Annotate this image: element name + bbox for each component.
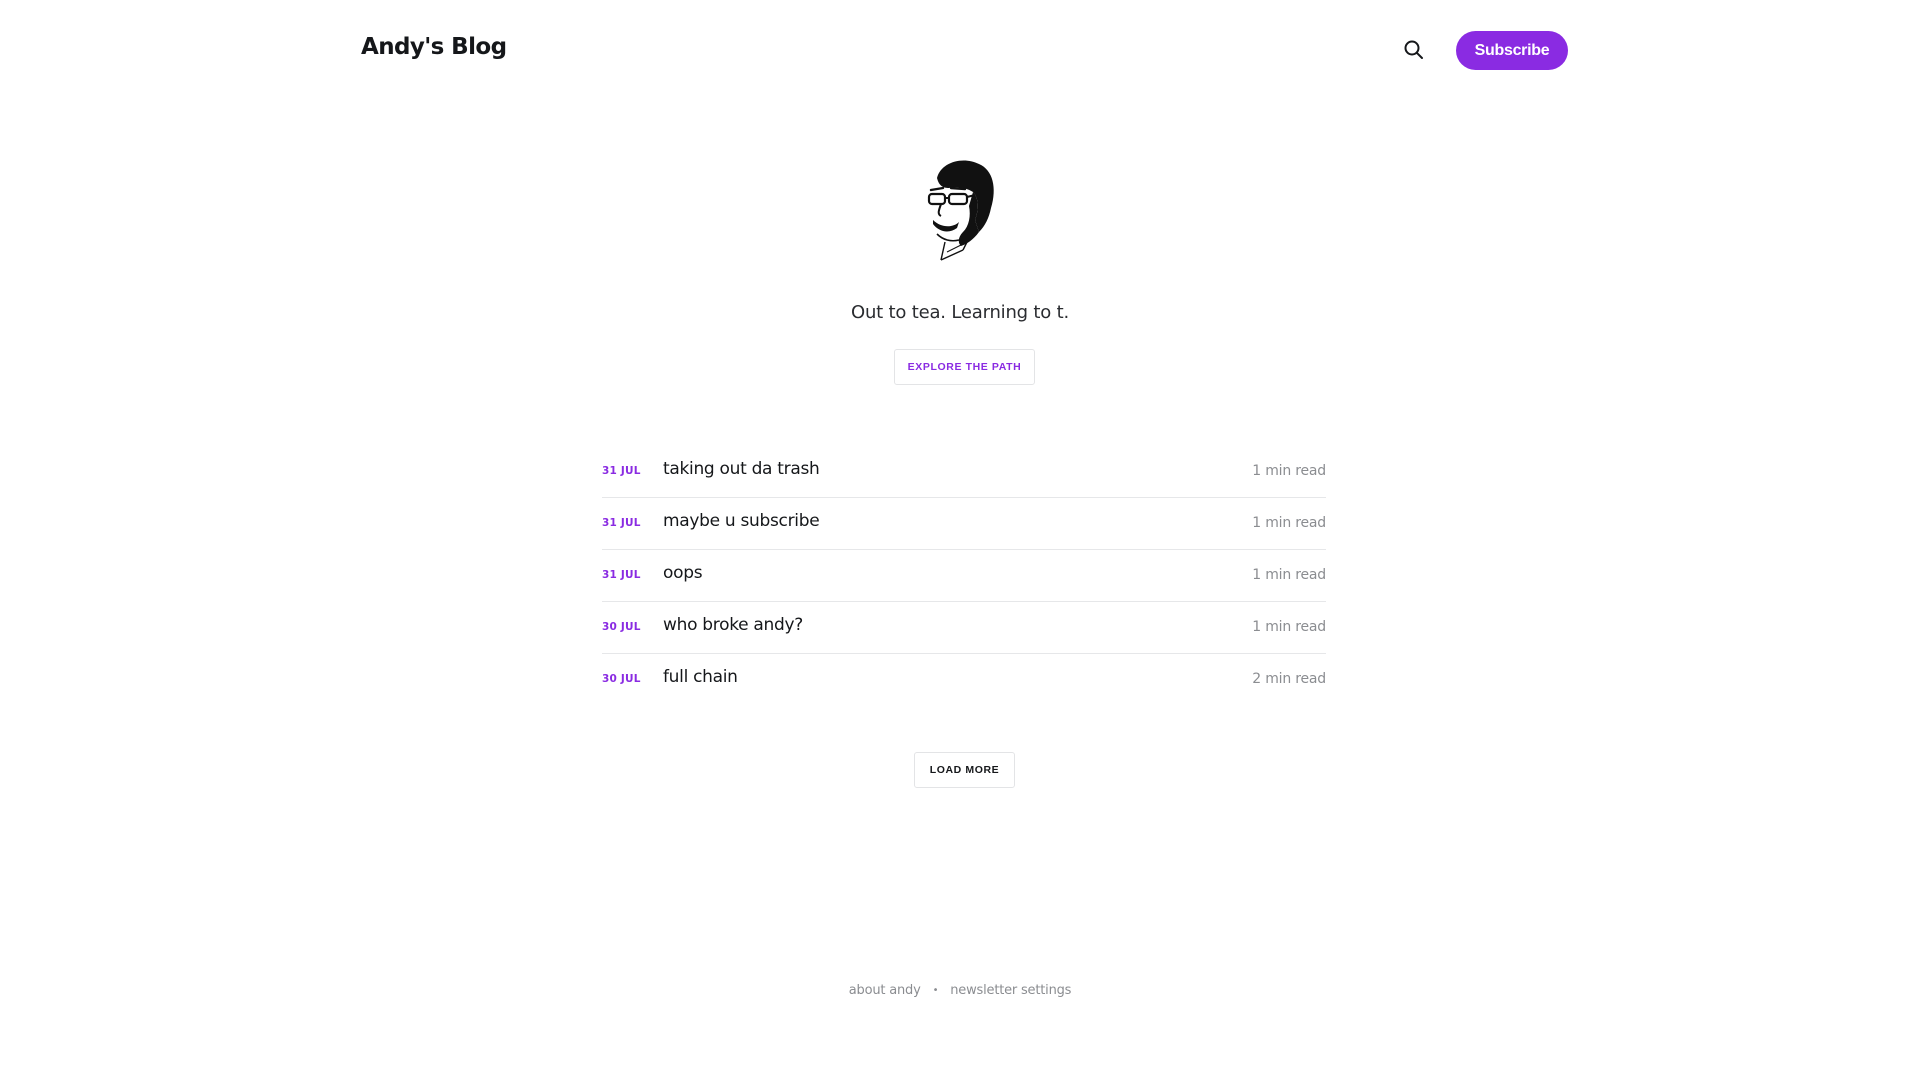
footer-link-newsletter-settings[interactable]: newsletter settings [950,983,1071,998]
post-date: 31 JUL [602,465,641,477]
search-icon [1404,40,1423,59]
post-row[interactable]: 31 JUL taking out da trash 1 min read [602,446,1326,498]
search-button[interactable] [1400,36,1428,64]
site-header: Andy's Blog Subscribe [0,0,1920,100]
post-row[interactable]: 31 JUL maybe u subscribe 1 min read [602,498,1326,550]
post-row[interactable]: 30 JUL full chain 2 min read [602,654,1326,706]
post-list: 31 JUL taking out da trash 1 min read 31 JU… [602,446,1326,706]
post-read-time: 1 min read [1252,463,1326,479]
post-row[interactable]: 31 JUL oops 1 min read [602,550,1326,602]
post-read-time: 2 min read [1252,671,1326,687]
post-date: 30 JUL [602,621,641,633]
post-read-time: 1 min read [1252,619,1326,635]
post-date: 31 JUL [602,569,641,581]
post-title[interactable]: taking out da trash [663,459,820,479]
site-footer: about andy • newsletter settings [0,983,1920,998]
post-row[interactable]: 30 JUL who broke andy? 1 min read [602,602,1326,654]
post-date: 31 JUL [602,517,641,529]
load-more-button[interactable]: LOAD MORE [914,752,1015,788]
post-read-time: 1 min read [1252,515,1326,531]
subscribe-button[interactable]: Subscribe [1456,31,1568,70]
post-title[interactable]: oops [663,563,703,583]
post-title[interactable]: who broke andy? [663,615,803,635]
footer-separator: • [932,985,939,996]
site-tagline: Out to tea. Learning to t. [851,302,1069,323]
post-title[interactable]: maybe u subscribe [663,511,820,531]
portrait-illustration [923,156,999,262]
post-title[interactable]: full chain [663,667,738,687]
footer-link-about-andy[interactable]: about andy [849,983,921,998]
site-title[interactable]: Andy's Blog [361,34,507,60]
post-read-time: 1 min read [1252,567,1326,583]
post-date: 30 JUL [602,673,641,685]
explore-the-path-button[interactable]: EXPLORE THE PATH [894,349,1035,385]
